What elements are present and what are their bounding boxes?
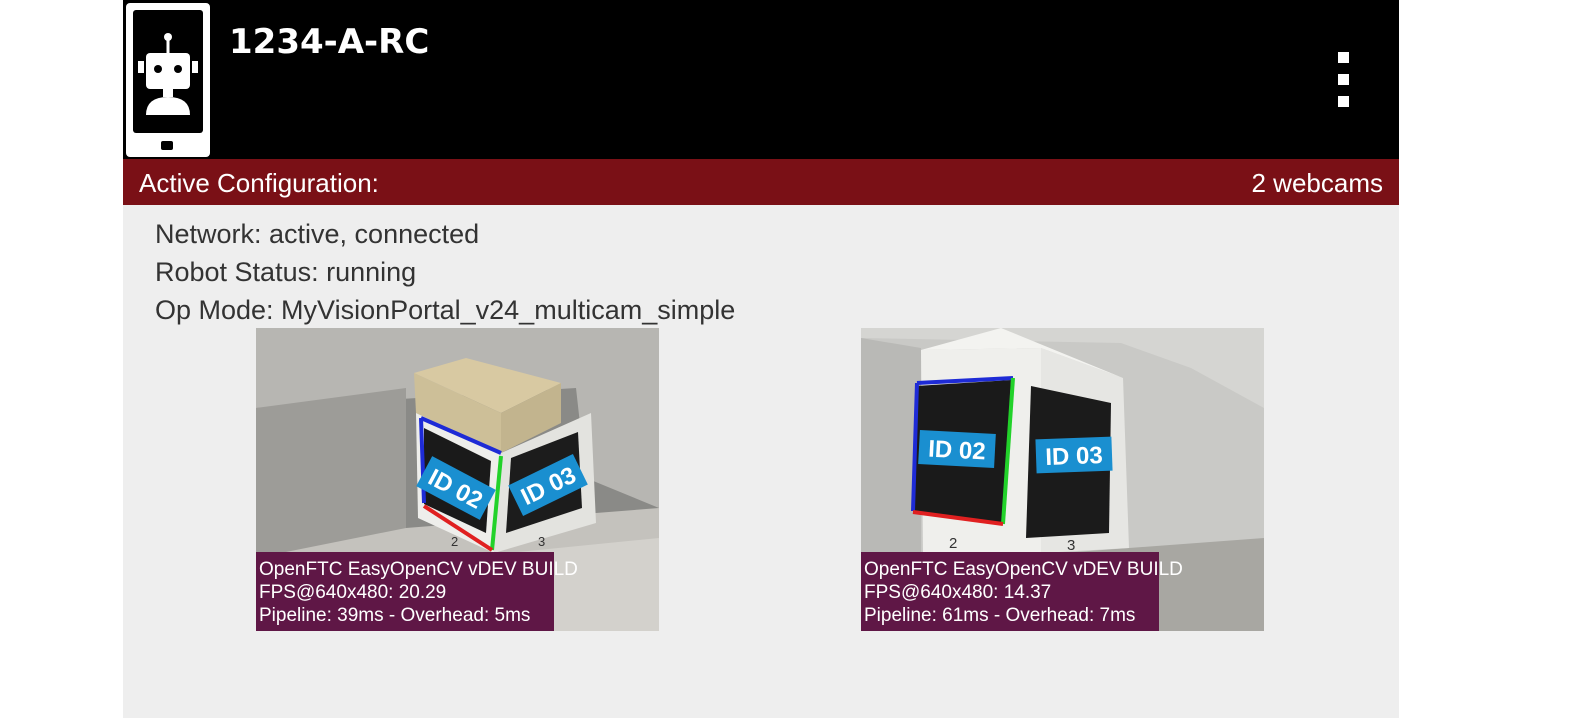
overlay-fps-line: FPS@640x480: 20.29 [259, 582, 447, 603]
robot-status: Robot Status: running [155, 257, 417, 287]
config-label: Active Configuration: [139, 168, 379, 198]
active-configuration-bar: Active Configuration: 2 webcams [123, 159, 1399, 205]
overlay-pipeline-line: Pipeline: 61ms - Overhead: 7ms [864, 605, 1136, 626]
overlay-fps-line: FPS@640x480: 14.37 [864, 582, 1052, 603]
more-vert-icon[interactable] [1331, 48, 1355, 112]
network-status: Network: active, connected [155, 219, 480, 249]
config-value: 2 webcams [1251, 168, 1384, 198]
stats-overlay-2: OpenFTC EasyOpenCV vDEV BUILD FPS@640x48… [861, 552, 1183, 631]
op-mode-status: Op Mode: MyVisionPortal_v24_multicam_sim… [155, 295, 736, 325]
tag-label-id02-text: ID 02 [928, 436, 987, 466]
overlay-build-line: OpenFTC EasyOpenCV vDEV BUILD [864, 559, 1183, 580]
robot-phone-icon [126, 3, 210, 157]
tag-label-id03: ID 03 [1035, 436, 1113, 474]
robot-controller-app: 1234-A-RC Active Configuration: 2 webcam… [123, 0, 1399, 718]
overlay-build-line: OpenFTC EasyOpenCV vDEV BUILD [259, 559, 578, 580]
box-label-2: 2 [451, 534, 458, 549]
overlay-pipeline-line: Pipeline: 39ms - Overhead: 5ms [259, 605, 531, 626]
camera-view-1: ID 02 ID 03 2 3 OpenFTC EasyOpenCV vDEV … [256, 328, 659, 631]
app-title: 1234-A-RC [229, 22, 430, 62]
tag-label-id02: ID 02 [918, 430, 996, 468]
stats-overlay-1: OpenFTC EasyOpenCV vDEV BUILD FPS@640x48… [256, 552, 578, 631]
camera-view-2: ID 02 ID 03 2 3 OpenFTC EasyOpenCV vDEV … [861, 328, 1264, 631]
box-label-3: 3 [538, 534, 545, 549]
app-toolbar: 1234-A-RC [123, 0, 1399, 159]
box-label-2: 2 [949, 535, 957, 552]
tag-label-id03-text: ID 03 [1045, 442, 1103, 471]
